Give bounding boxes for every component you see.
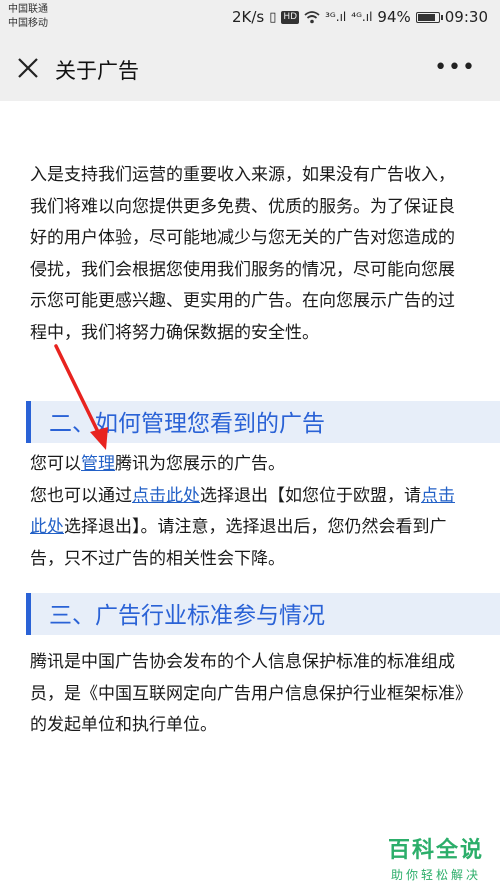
section-heading-3-text: 三、广告行业标准参与情况	[49, 603, 325, 629]
section-3-body: 腾讯是中国广告协会发布的个人信息保护标准的标准组成员，是《中国互联网定向广告用户…	[30, 652, 464, 735]
nav-bar: 关于广告 •••	[0, 36, 500, 102]
signal-icon: ³ᴳ.ıl	[325, 10, 347, 24]
vibrate-icon: ▯	[269, 9, 277, 25]
carrier-info: 中国联通 中国移动	[8, 3, 48, 31]
battery-percent: 94%	[377, 8, 411, 26]
watermark-title: 百科全说	[387, 838, 484, 863]
text-segment: 选择退出】。请注意，选择退出后，您仍然会看到广告，只不过广告的相关性会下降。	[30, 517, 447, 569]
section-heading-2-text: 二、如何管理您看到的广告	[49, 411, 325, 437]
section-heading-2: 二、如何管理您看到的广告	[26, 401, 500, 443]
article-content: 入是支持我们运营的重要收入来源，如果没有广告收入，我们将难以向您提供更多免费、优…	[0, 101, 500, 889]
page-title: 关于广告	[55, 59, 139, 83]
intro-paragraph: 入是支持我们运营的重要收入来源，如果没有广告收入，我们将难以向您提供更多免费、优…	[30, 165, 455, 343]
more-icon[interactable]: •••	[434, 55, 476, 80]
status-indicators: 2K/s ▯ HD ³ᴳ.ıl ⁴ᴳ.ıl 94% 09:30	[232, 8, 488, 26]
section-heading-3: 三、广告行业标准参与情况	[26, 593, 500, 635]
watermark-subtitle: 助你轻松解决	[390, 868, 481, 882]
carrier-1: 中国联通	[8, 4, 48, 15]
clock: 09:30	[444, 8, 488, 26]
wifi-icon	[304, 10, 320, 23]
battery-icon	[415, 11, 443, 23]
text-segment: 选择退出【如您位于欧盟，请	[200, 485, 421, 506]
section-2-line-2: 您也可以通过点击此处选择退出【如您位于欧盟，请点击此处选择退出】。请注意，选择退…	[30, 481, 470, 576]
watermark-logo: 百科全说 助你轻松解决	[388, 832, 484, 883]
network-speed: 2K/s	[232, 8, 265, 26]
carrier-2: 中国移动	[8, 18, 48, 29]
text-segment: 您也可以通过	[30, 485, 132, 506]
manage-link[interactable]: 管理	[81, 454, 115, 474]
close-icon[interactable]	[14, 54, 42, 82]
text-segment: 您可以	[30, 454, 81, 474]
status-bar: 中国联通 中国移动 2K/s ▯ HD ³ᴳ.ıl ⁴ᴳ.ıl 94% 09:3…	[0, 0, 500, 36]
section-2-body: 您可以管理腾讯为您展示的广告。 您也可以通过点击此处选择退出【如您位于欧盟，请点…	[30, 449, 470, 575]
opt-out-link[interactable]: 点击此处	[132, 486, 200, 506]
hd-badge: HD	[281, 10, 300, 24]
text-segment: 腾讯为您展示的广告。	[115, 454, 285, 474]
section-2-line-1: 您可以管理腾讯为您展示的广告。	[30, 449, 470, 481]
signal-icon-2: ⁴ᴳ.ıl	[351, 10, 373, 24]
